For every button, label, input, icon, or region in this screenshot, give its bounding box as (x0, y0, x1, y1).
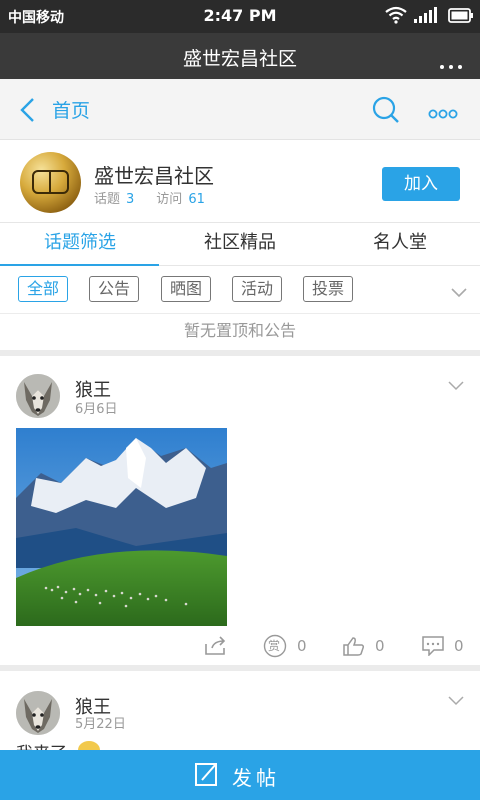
reward-count: 0 (297, 637, 307, 655)
like-button[interactable]: 0 (343, 631, 385, 661)
options-icon[interactable] (428, 104, 458, 123)
filter-votes[interactable]: 投票 (303, 276, 354, 302)
comment-icon (422, 636, 444, 656)
comment-count: 0 (454, 637, 464, 655)
search-icon[interactable] (372, 96, 400, 128)
reward-button[interactable]: 赏 0 (263, 631, 307, 661)
reward-label: 赏 (268, 639, 281, 653)
signal-icon (414, 7, 440, 27)
window-title: 盛世宏昌社区 (182, 48, 297, 70)
post-actions: 赏 0 0 0 (0, 631, 480, 665)
back-arrow-icon[interactable] (18, 97, 38, 127)
like-count: 0 (375, 637, 385, 655)
share-icon (205, 636, 226, 655)
avatar[interactable] (16, 691, 60, 735)
compose-icon (194, 761, 220, 791)
more-menu-icon[interactable] (440, 54, 470, 69)
pinned-notice: 暂无置顶和公告 (0, 314, 480, 350)
compose-bar[interactable]: 发帖 (0, 750, 480, 800)
post-card[interactable]: 狼王 6月6日 赏 0 0 0 (0, 356, 480, 665)
tab-topic-filter[interactable]: 话题筛选 (0, 223, 160, 267)
avatar[interactable] (16, 374, 60, 418)
chevron-down-icon[interactable] (450, 284, 468, 303)
tab-featured[interactable]: 社区精品 (160, 223, 320, 266)
tab-hall-of-fame[interactable]: 名人堂 (320, 223, 480, 266)
clock: 2:47 PM (203, 6, 277, 25)
filter-events[interactable]: 活动 (232, 276, 283, 302)
share-button[interactable] (204, 631, 228, 661)
filter-photos[interactable]: 晒图 (161, 276, 212, 302)
title-bar: 盛世宏昌社区 (0, 33, 480, 79)
topics-label: 话题 (94, 192, 121, 207)
post-date: 5月22日 (75, 717, 126, 732)
post-photo[interactable] (16, 428, 227, 626)
filter-bar: 全部 公告 晒图 活动 投票 (0, 266, 480, 314)
comment-button[interactable]: 0 (422, 631, 464, 661)
community-name: 盛世宏昌社区 (94, 164, 214, 188)
filter-all[interactable]: 全部 (18, 276, 69, 302)
visits-count: 61 (188, 192, 205, 207)
battery-icon (448, 8, 474, 27)
community-stats: 话题 3 访问 61 (94, 188, 227, 207)
community-header: 盛世宏昌社区 话题 3 访问 61 加入 (0, 141, 480, 223)
topics-count: 3 (126, 192, 135, 207)
chevron-down-icon[interactable] (448, 376, 464, 395)
status-bar: 中国移动 2:47 PM (0, 0, 480, 33)
visits-label: 访问 (156, 192, 183, 207)
community-logo (20, 152, 81, 213)
post-date: 6月6日 (75, 402, 118, 417)
filter-announcement[interactable]: 公告 (89, 276, 140, 302)
post-card[interactable]: 狼王 5月22日 我来了 (0, 671, 480, 764)
back-label[interactable]: 首页 (52, 96, 90, 123)
tab-bar: 话题筛选 社区精品 名人堂 (0, 223, 480, 267)
nav-bar: 首页 (0, 79, 480, 140)
chevron-down-icon[interactable] (448, 691, 464, 710)
join-button[interactable]: 加入 (382, 167, 460, 201)
wifi-icon (385, 6, 407, 28)
thumbs-up-icon (343, 637, 365, 656)
compose-label: 发帖 (232, 766, 280, 790)
